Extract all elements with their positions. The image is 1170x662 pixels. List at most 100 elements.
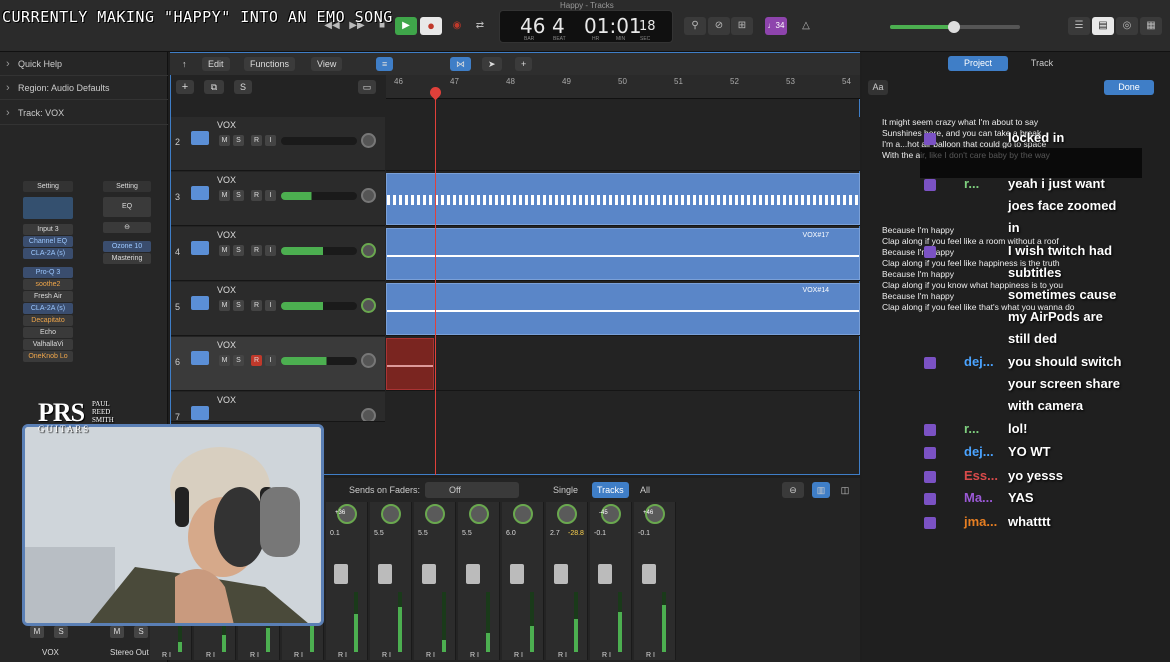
mixer-channel-strip[interactable]: 6.0 R I <box>502 502 544 660</box>
pencil-tool-icon[interactable]: + <box>515 57 533 71</box>
flex-icon[interactable]: ⋈ <box>450 57 471 71</box>
inspector-quick-help[interactable]: Quick Help <box>0 52 168 76</box>
mixer-layout-icon[interactable]: ▥ <box>812 482 830 498</box>
valhalla-slot[interactable]: ValhallaVi <box>23 339 73 350</box>
chat-username[interactable]: dej... <box>964 354 994 369</box>
chat-username[interactable]: r... <box>964 176 979 191</box>
pan-knob[interactable] <box>381 504 401 524</box>
volume-fader[interactable] <box>281 302 357 310</box>
volume-fader[interactable] <box>281 357 357 365</box>
solo-button[interactable]: S <box>233 355 244 366</box>
input-slot[interactable]: Input 3 <box>23 224 73 235</box>
sends-dropdown[interactable]: Off <box>425 482 519 498</box>
master-volume-knob[interactable] <box>948 21 960 33</box>
timeline-ruler[interactable]: 46 47 48 49 50 51 52 53 54 <box>386 75 860 99</box>
ozone-slot[interactable]: Ozone 10 <box>103 241 151 252</box>
eq-slot[interactable]: EQ <box>103 197 151 217</box>
mixer-channel-strip[interactable]: -45 -0.1 R I <box>590 502 632 660</box>
inspector-region[interactable]: Region: Audio Defaults <box>0 76 168 100</box>
solo-button[interactable]: S <box>233 300 244 311</box>
volume-fader[interactable] <box>510 564 524 584</box>
edit-menu[interactable]: Edit <box>202 57 230 71</box>
pan-knob[interactable] <box>361 298 376 313</box>
pan-knob[interactable] <box>361 353 376 368</box>
chat-username[interactable]: dej... <box>964 444 994 459</box>
track-lane[interactable] <box>386 172 860 226</box>
functions-menu[interactable]: Functions <box>244 57 296 71</box>
inspector-track[interactable]: Track: VOX <box>0 101 168 125</box>
solo-button[interactable]: S <box>233 245 244 256</box>
volume-fader[interactable] <box>281 247 357 255</box>
mixer-channel-strip[interactable]: 5.5 R I <box>370 502 412 660</box>
strip2-solo-button[interactable]: S <box>134 626 148 638</box>
strip2-mute-button[interactable]: M <box>110 626 124 638</box>
record-enable-button[interactable]: R <box>251 190 262 201</box>
pan-knob[interactable] <box>425 504 445 524</box>
pan-knob[interactable] <box>361 408 376 421</box>
input-monitor-button[interactable]: I <box>265 190 276 201</box>
chat-username[interactable]: Ess... <box>964 468 998 483</box>
mute-button[interactable]: M <box>219 245 230 256</box>
playhead[interactable] <box>435 90 436 475</box>
track-header-selected[interactable]: 6 VOX M S R I <box>171 337 385 391</box>
cycle-icon[interactable]: ⇄ <box>469 17 491 35</box>
mastering-slot[interactable]: Mastering <box>103 253 151 264</box>
mixer-channel-strip[interactable]: 5.5 R I <box>458 502 500 660</box>
input-monitor-button[interactable]: I <box>265 300 276 311</box>
cla2a-slot[interactable]: CLA-2A (s) <box>23 248 73 259</box>
count-in-icon[interactable]: ⊞ <box>731 17 753 35</box>
mixer-channel-strip[interactable]: 5.5 R I <box>414 502 456 660</box>
done-button[interactable]: Done <box>1104 80 1154 95</box>
view-tracks[interactable]: Tracks <box>592 482 629 498</box>
catch-icon[interactable]: ≡ <box>376 57 394 71</box>
view-all[interactable]: All <box>640 482 650 498</box>
cla2a-2-slot[interactable]: CLA-2A (s) <box>23 303 73 314</box>
eq-thumbnail[interactable] <box>23 197 73 219</box>
chat-username[interactable]: r... <box>964 421 979 436</box>
mixer-narrow-icon[interactable]: ◫ <box>836 482 854 498</box>
mute-button[interactable]: M <box>219 190 230 201</box>
mixer-options-icon[interactable]: ⊖ <box>782 482 804 498</box>
input-monitor-button[interactable]: I <box>265 135 276 146</box>
master-volume-slider[interactable] <box>890 21 1020 33</box>
input-monitor-button[interactable]: I <box>265 355 276 366</box>
track-lane[interactable] <box>386 337 860 391</box>
play-button[interactable]: ▶ <box>395 17 417 35</box>
solo-global-icon[interactable]: S <box>234 80 252 94</box>
record-enable-button[interactable]: R <box>251 355 262 366</box>
audio-region[interactable]: VOX#17 <box>386 228 860 280</box>
link-icon[interactable]: ⊖ <box>103 222 151 233</box>
mute-button[interactable]: M <box>219 135 230 146</box>
lcd-display[interactable]: 46 4 01:01 18 BAR BEAT HR MIN SEC <box>499 10 673 43</box>
freshair-slot[interactable]: Fresh Air <box>23 291 73 302</box>
track-lane[interactable] <box>386 117 860 171</box>
solo-icon[interactable]: ⊘ <box>708 17 730 35</box>
pan-knob[interactable] <box>469 504 489 524</box>
volume-fader[interactable] <box>378 564 392 584</box>
view-menu[interactable]: View <box>311 57 343 71</box>
chat-username[interactable]: Ma... <box>964 490 993 505</box>
notepad-icon[interactable]: ▤ <box>1092 17 1114 35</box>
setting-button-2[interactable]: Setting <box>103 181 151 192</box>
loop-browser-icon[interactable]: ◎ <box>1116 17 1138 35</box>
track-header[interactable]: 5 VOX M S R I <box>171 282 385 336</box>
solo-button[interactable]: S <box>233 190 244 201</box>
mute-button[interactable]: M <box>219 300 230 311</box>
track-lane[interactable]: VOX#17 <box>386 227 860 281</box>
decapitator-slot[interactable]: Decapitato <box>23 315 73 326</box>
record-enable-button[interactable]: R <box>251 245 262 256</box>
volume-fader[interactable] <box>466 564 480 584</box>
strip1-solo-button[interactable]: S <box>54 626 68 638</box>
metronome-icon[interactable]: △ <box>795 17 817 35</box>
channel-eq-slot[interactable]: Channel EQ <box>23 236 73 247</box>
soothe2-slot[interactable]: soothe2 <box>23 279 73 290</box>
mixer-channel-strip[interactable]: 2.7 -28.8 R I <box>546 502 588 660</box>
pan-knob[interactable] <box>361 243 376 258</box>
track-header[interactable]: 7 VOX <box>171 392 385 422</box>
pointer-tool-icon[interactable]: ➤ <box>482 57 502 71</box>
track-header[interactable]: 3 VOX M S R I <box>171 172 385 226</box>
record-button[interactable]: ● <box>420 17 442 35</box>
solo-button[interactable]: S <box>233 135 244 146</box>
browser-icon[interactable]: ▦ <box>1140 17 1162 35</box>
record-enable-button[interactable]: R <box>251 135 262 146</box>
